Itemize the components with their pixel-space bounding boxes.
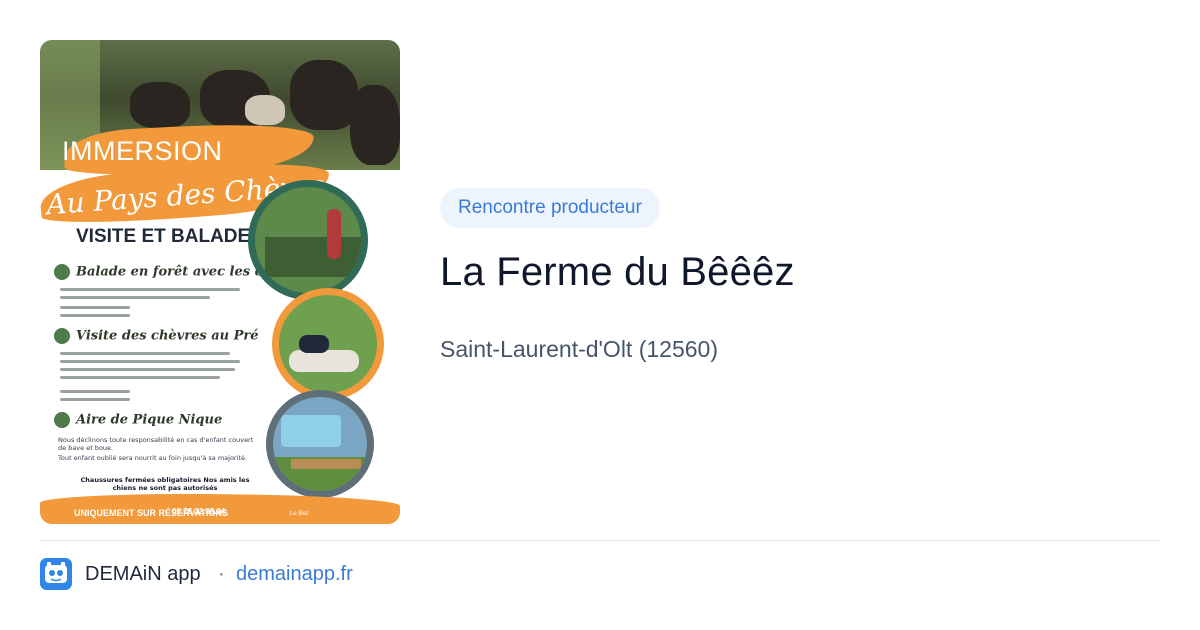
poster-section-meadow: Visite des chèvres au Pré [54, 328, 259, 344]
poster-phone: 06.78.32.88.34 [172, 507, 226, 516]
house-icon [54, 328, 70, 344]
poster-subtitle: VISITE ET BALADE [76, 226, 251, 247]
photo-circle-picnic [266, 390, 374, 498]
photo-circle-meadow [272, 288, 384, 400]
poster-section-picnic: Aire de Pique Nique [54, 412, 222, 428]
category-badge: Rencontre producteur [440, 188, 660, 228]
photo-circle-forest [248, 180, 368, 300]
footer-separator: · [218, 563, 225, 585]
location-text: Saint-Laurent-d'Olt (12560) [440, 336, 718, 362]
poster-address: Le Bez [290, 511, 309, 517]
footer-app-name: DEMAiN app [85, 563, 201, 585]
page-title[interactable]: La Ferme du Bêêêz [440, 250, 795, 295]
forest-icon [54, 264, 70, 280]
poster-note-1: Nous déclinons toute responsabilité en c… [58, 436, 254, 452]
poster-rules: Chaussures fermées obligatoires Nos amis… [80, 476, 250, 492]
fork-knife-icon [54, 412, 70, 428]
preview-image[interactable]: IMMERSION Au Pays des Chèvres VISITE ET … [40, 40, 400, 524]
poster-note-2: Tout enfant oublié sera nourrit au foin … [58, 454, 248, 462]
footer-domain-link[interactable]: demainapp.fr [236, 563, 353, 586]
poster-title: IMMERSION [62, 136, 223, 166]
divider [40, 540, 1160, 541]
demain-app-logo-icon [40, 558, 72, 590]
